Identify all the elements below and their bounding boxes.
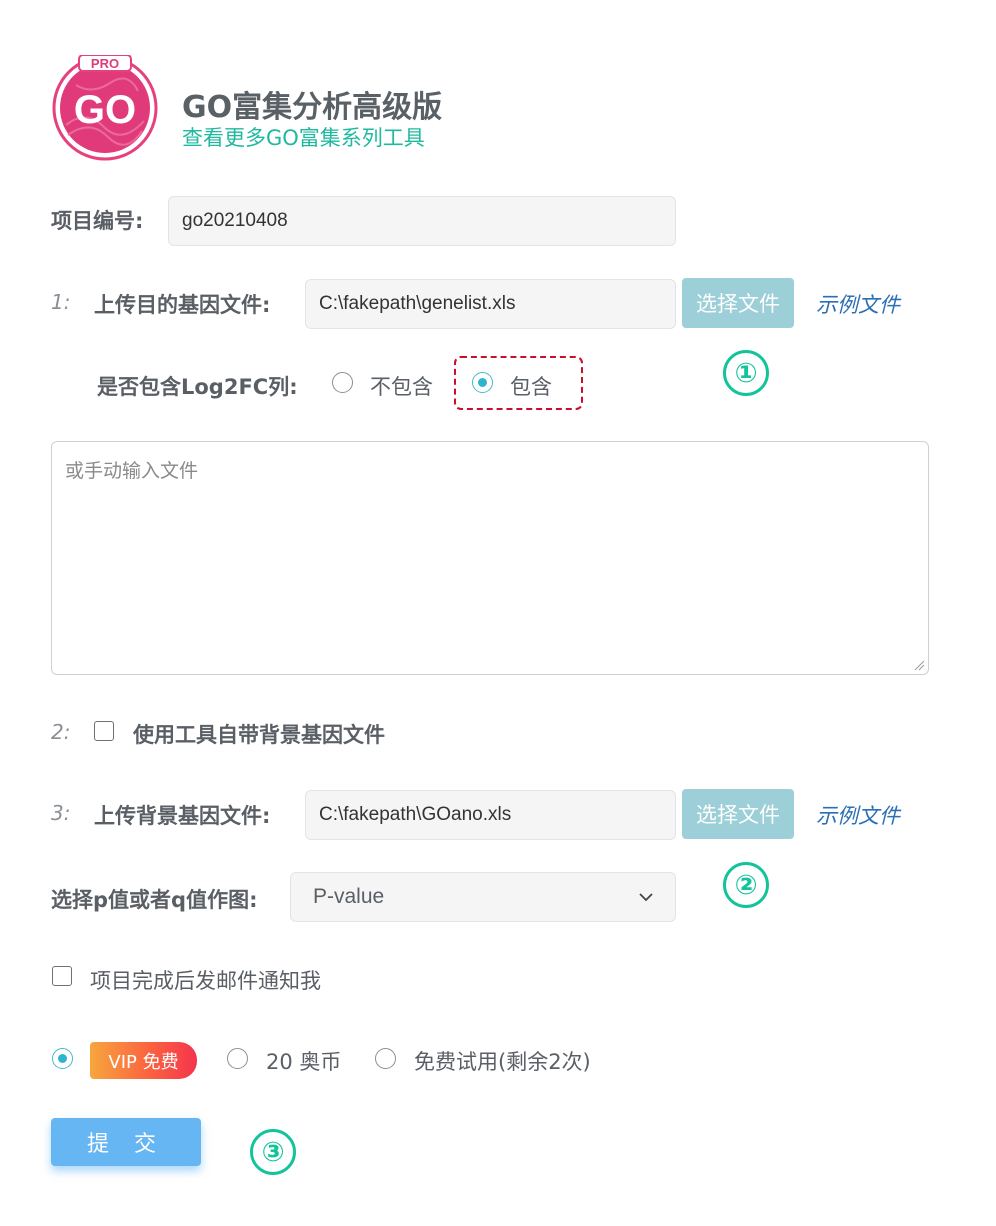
gene-file-path-input[interactable]: C:\fakepath\genelist.xls bbox=[305, 279, 676, 329]
log2fc-include-radio[interactable] bbox=[472, 372, 493, 393]
plot-value-selected: P-value bbox=[313, 885, 385, 908]
email-notify-label: 项目完成后发邮件通知我 bbox=[90, 969, 321, 993]
free-trial-radio[interactable] bbox=[375, 1048, 396, 1069]
plot-value-label: 选择p值或者q值作图: bbox=[51, 888, 258, 912]
annotation-marker-3: ③ bbox=[250, 1129, 296, 1175]
annotation-marker-2: ② bbox=[723, 862, 769, 908]
go-pro-logo: PRO GO bbox=[52, 54, 158, 161]
plot-value-select[interactable]: P-value bbox=[290, 872, 676, 922]
project-id-input[interactable]: go20210408 bbox=[168, 196, 676, 246]
annotation-marker-1: ① bbox=[723, 350, 769, 396]
builtin-background-label: 使用工具自带背景基因文件 bbox=[133, 723, 385, 747]
project-id-label: 项目编号: bbox=[51, 209, 144, 233]
more-tools-link[interactable]: 查看更多GO富集系列工具 bbox=[182, 122, 425, 152]
logo-mark-text: GO bbox=[74, 88, 136, 132]
pay-vip-radio[interactable] bbox=[52, 1048, 73, 1069]
builtin-background-checkbox[interactable] bbox=[94, 721, 114, 741]
gene-example-file-link[interactable]: 示例文件 bbox=[816, 289, 900, 319]
pay-coin-label: 20 奥币 bbox=[266, 1050, 342, 1074]
choose-gene-file-button[interactable]: 选择文件 bbox=[682, 278, 794, 328]
log2fc-include-text: 包含 bbox=[510, 375, 552, 399]
pay-coin-radio[interactable] bbox=[227, 1048, 248, 1069]
manual-input-textarea[interactable]: 或手动输入文件 bbox=[51, 441, 929, 675]
vip-free-badge: VIP 免费 bbox=[90, 1042, 197, 1079]
email-notify-checkbox[interactable] bbox=[52, 966, 72, 986]
step-1-number: 1: bbox=[51, 290, 71, 314]
choose-background-file-button[interactable]: 选择文件 bbox=[682, 789, 794, 839]
step-3-number: 3: bbox=[51, 801, 71, 825]
textarea-placeholder: 或手动输入文件 bbox=[65, 460, 199, 482]
upload-gene-file-label: 上传目的基因文件: bbox=[94, 293, 271, 317]
log2fc-label: 是否包含Log2FC列: bbox=[97, 375, 298, 399]
background-file-path-input[interactable]: C:\fakepath\GOano.xls bbox=[305, 790, 676, 840]
app-title: GO富集分析高级版 bbox=[182, 90, 443, 125]
log2fc-exclude-text: 不包含 bbox=[370, 375, 433, 399]
log2fc-exclude-radio[interactable] bbox=[332, 372, 353, 393]
background-example-file-link[interactable]: 示例文件 bbox=[816, 800, 900, 830]
resize-grip-icon[interactable] bbox=[913, 659, 925, 671]
upload-background-file-label: 上传背景基因文件: bbox=[94, 804, 271, 828]
submit-button[interactable]: 提 交 bbox=[51, 1118, 201, 1166]
logo-badge-text: PRO bbox=[91, 56, 119, 71]
chevron-down-icon bbox=[639, 892, 653, 901]
free-trial-label: 免费试用(剩余2次) bbox=[414, 1050, 591, 1074]
step-2-number: 2: bbox=[51, 720, 71, 744]
